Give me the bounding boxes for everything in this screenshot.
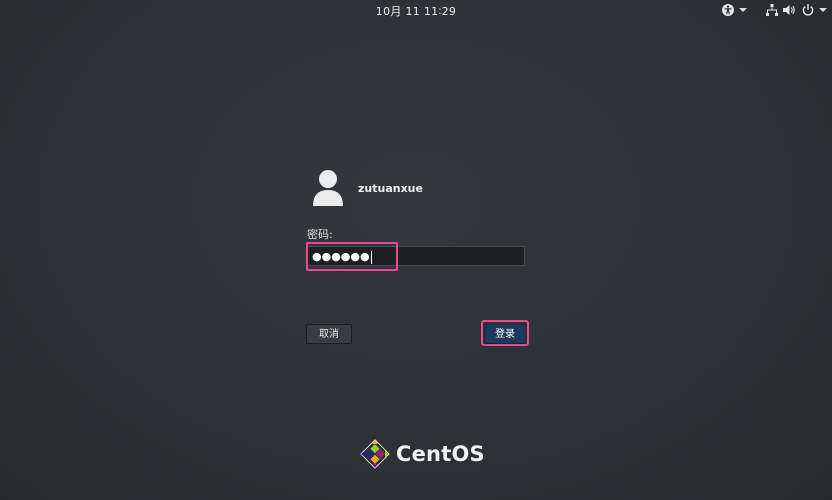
user-entry: zutuanxue xyxy=(310,168,423,208)
accessibility-icon xyxy=(722,4,734,16)
chevron-down-icon xyxy=(739,8,747,12)
password-field[interactable]: ●●●●●● xyxy=(307,246,525,266)
password-mask: ●●●●●● xyxy=(312,250,372,264)
accessibility-menu[interactable] xyxy=(721,2,753,18)
chevron-down-icon xyxy=(819,8,827,12)
centos-logo-icon xyxy=(360,439,390,469)
username: zutuanxue xyxy=(358,181,423,195)
top-bar: 10月 11 11∶29 xyxy=(0,0,832,20)
system-menu[interactable] xyxy=(765,2,832,18)
logo-text: CentOS xyxy=(396,442,485,466)
password-label: 密码: xyxy=(307,228,333,241)
network-icon xyxy=(766,4,778,16)
login-button[interactable]: 登录 xyxy=(484,324,526,344)
centos-logo: CentOS xyxy=(360,439,485,469)
user-avatar-icon xyxy=(313,170,343,206)
cancel-button[interactable]: 取消 xyxy=(306,324,352,344)
power-icon xyxy=(802,4,814,16)
volume-icon xyxy=(783,5,795,15)
text-cursor xyxy=(370,250,372,264)
clock[interactable]: 10月 11 11∶29 xyxy=(0,3,832,19)
